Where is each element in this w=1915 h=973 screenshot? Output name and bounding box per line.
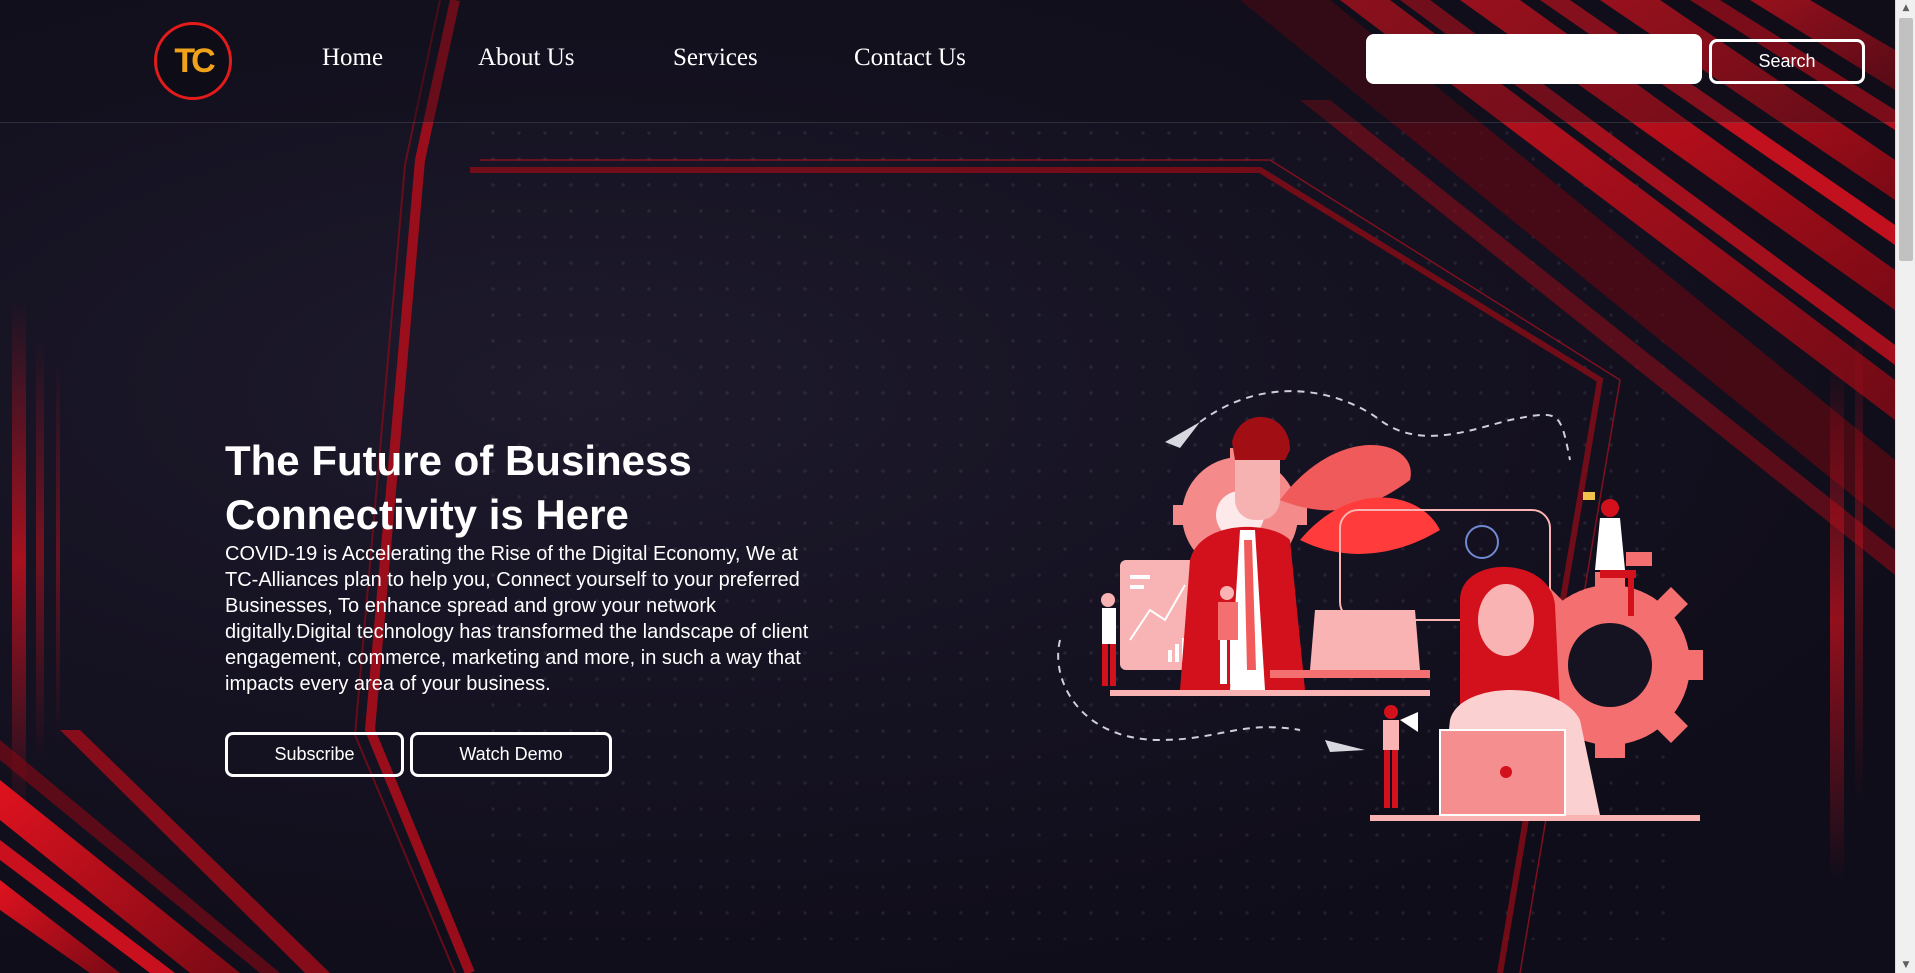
brand-logo[interactable]: TC	[154, 22, 232, 100]
businessman-figure	[1180, 416, 1305, 690]
scroll-thumb[interactable]	[1899, 18, 1913, 261]
hero-title: The Future of Business Connectivity is H…	[225, 437, 692, 538]
watch-demo-button[interactable]: Watch Demo	[410, 732, 612, 777]
nav-services[interactable]: Services	[673, 44, 758, 72]
scroll-down-icon[interactable]: ▼	[1896, 957, 1915, 973]
hero-description: COVID-19 is Accelerating the Rise of the…	[225, 543, 809, 695]
circle-icon	[1465, 525, 1499, 559]
site-header: TC Home About Us Services Contact Us Sea…	[0, 0, 1895, 123]
business-people-illustration	[1057, 390, 1703, 821]
platform	[1110, 690, 1430, 696]
logo-letters: TC	[174, 41, 215, 80]
scroll-up-icon[interactable]: ▲	[1896, 0, 1915, 16]
paper-plane-icon-2	[1325, 740, 1365, 752]
nav-home[interactable]: Home	[322, 44, 383, 72]
nav-about-us[interactable]: About Us	[478, 44, 575, 72]
search-input[interactable]	[1366, 34, 1702, 84]
search-button[interactable]: Search	[1709, 39, 1865, 84]
page-scrollbar[interactable]: ▲ ▼	[1895, 0, 1915, 973]
paper-plane-icon	[1165, 422, 1200, 448]
page-background: TC Home About Us Services Contact Us Sea…	[0, 0, 1915, 973]
nav-contact-us[interactable]: Contact Us	[854, 44, 966, 72]
small-man-figure	[1101, 593, 1116, 686]
megaphone-man-figure	[1383, 705, 1418, 808]
subscribe-button[interactable]: Subscribe	[225, 732, 404, 777]
